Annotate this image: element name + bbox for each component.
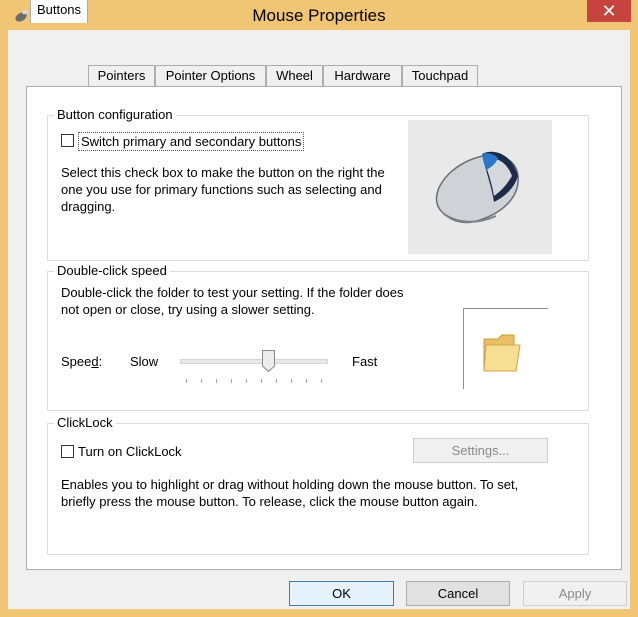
tab-pointer-options[interactable]: Pointer Options [155,65,266,86]
slow-label: Slow [130,354,159,369]
tab-buttons[interactable]: Buttons [30,0,88,23]
clicklock-checkbox[interactable] [61,445,74,458]
title-bar[interactable]: Mouse Properties ✕ [0,0,638,30]
switch-buttons-label-text: Switch primary and secondary buttons [81,134,302,149]
apply-button[interactable]: Apply [523,581,627,606]
button-configuration-group: Button configuration Switch primary and … [47,107,589,261]
group-label: Double-click speed [54,263,170,278]
mouse-illustration [435,151,519,224]
switch-buttons-label[interactable]: Switch primary and secondary buttons [78,132,305,151]
double-click-speed-group: Double-click speed Double-click the fold… [47,263,589,411]
double-click-description: Double-click the folder to test your set… [61,285,404,317]
tab-touchpad[interactable]: Touchpad [402,65,478,86]
tab-label: Wheel [276,68,313,83]
tab-label: Pointers [97,68,146,83]
tab-hardware[interactable]: Hardware [323,65,402,86]
folder-test-area[interactable] [463,308,548,389]
tab-label: Buttons [36,2,82,17]
ok-button[interactable]: OK [289,581,394,606]
button-config-description: Select this check box to make the button… [61,165,385,214]
clicklock-settings-button[interactable]: Settings... [413,438,548,463]
group-label: ClickLock [54,415,116,430]
window-title: Mouse Properties [252,6,386,25]
tab-label: Touchpad [411,68,469,83]
speed-slider-track[interactable] [180,359,328,364]
fast-label: Fast [352,354,378,369]
clicklock-group: ClickLock Turn on ClickLock Settings... … [47,415,589,555]
switch-buttons-checkbox[interactable] [61,134,74,147]
speed-slider-thumb[interactable] [261,350,275,373]
group-label: Button configuration [54,107,176,122]
close-button[interactable]: ✕ [587,0,631,22]
mouse-preview-image [408,120,552,254]
speed-label: Speed: [61,354,103,369]
tab-label: Hardware [334,68,391,83]
clicklock-description: Enables you to highlight or drag without… [61,477,519,509]
slider-ticks [186,379,322,383]
tab-pointers[interactable]: Pointers [88,65,155,86]
folder-icon [483,334,521,372]
tab-label: Pointer Options [165,68,256,83]
cancel-button[interactable]: Cancel [406,581,510,606]
tab-panel-buttons: Button configuration Switch primary and … [26,86,622,570]
mouse-properties-dialog: Mouse Properties ✕ Buttons Pointers Poin… [0,0,638,617]
clicklock-label-text: Turn on ClickLock [78,444,182,459]
tab-wheel[interactable]: Wheel [266,65,323,86]
clicklock-label[interactable]: Turn on ClickLock [78,443,182,460]
